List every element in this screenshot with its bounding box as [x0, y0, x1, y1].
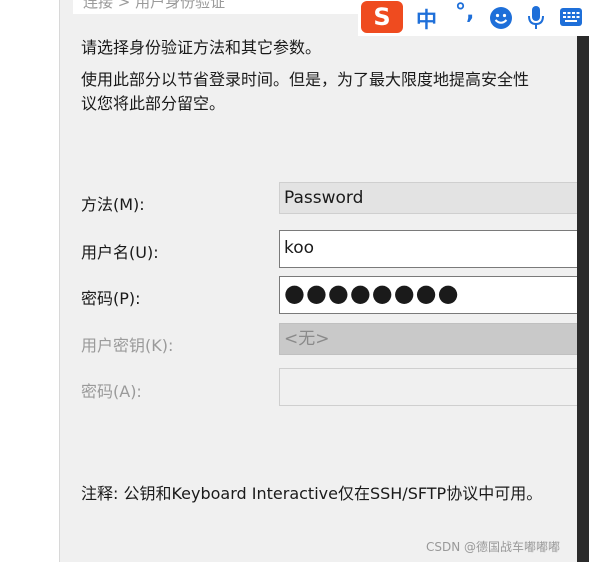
emoji-icon[interactable]: [489, 6, 513, 30]
sogou-logo-icon[interactable]: S: [361, 1, 403, 33]
vertical-scrollbar[interactable]: [577, 36, 589, 562]
keyboard-icon[interactable]: [559, 7, 583, 27]
intro-heading: 请选择身份验证方法和其它参数。: [81, 38, 322, 57]
breadcrumb: 连接 > 用户身份验证: [73, 0, 373, 14]
note-text: 注释: 公钥和Keyboard Interactive仅在SSH/SFTP协议中…: [81, 484, 543, 503]
user-key-label: 用户密钥(K):: [81, 336, 174, 355]
ime-punctuation-toggle[interactable]: °,: [455, 0, 474, 25]
microphone-icon[interactable]: [526, 5, 546, 31]
method-select[interactable]: Password: [279, 182, 589, 214]
watermark: CSDN @德国战车嘟嘟嘟: [426, 540, 561, 554]
username-label: 用户名(U):: [81, 243, 159, 262]
passphrase-label: 密码(A):: [81, 382, 142, 401]
password-label: 密码(P):: [81, 289, 141, 308]
user-key-select[interactable]: <无>: [279, 323, 589, 355]
ime-mode-toggle[interactable]: 中: [416, 4, 437, 34]
intro-description-line1: 使用此部分以节省登录时间。但是，为了最大限度地提高安全性: [81, 70, 530, 89]
username-input[interactable]: koo: [279, 230, 589, 268]
ime-toolbar[interactable]: S 中 °,: [358, 0, 589, 36]
method-label: 方法(M):: [81, 195, 145, 214]
password-input[interactable]: ●●●●●●●●: [279, 276, 589, 314]
intro-description-line2: 议您将此部分留空。: [81, 94, 226, 113]
breadcrumb-text: 连接 > 用户身份验证: [83, 0, 226, 11]
passphrase-input[interactable]: [279, 368, 589, 406]
